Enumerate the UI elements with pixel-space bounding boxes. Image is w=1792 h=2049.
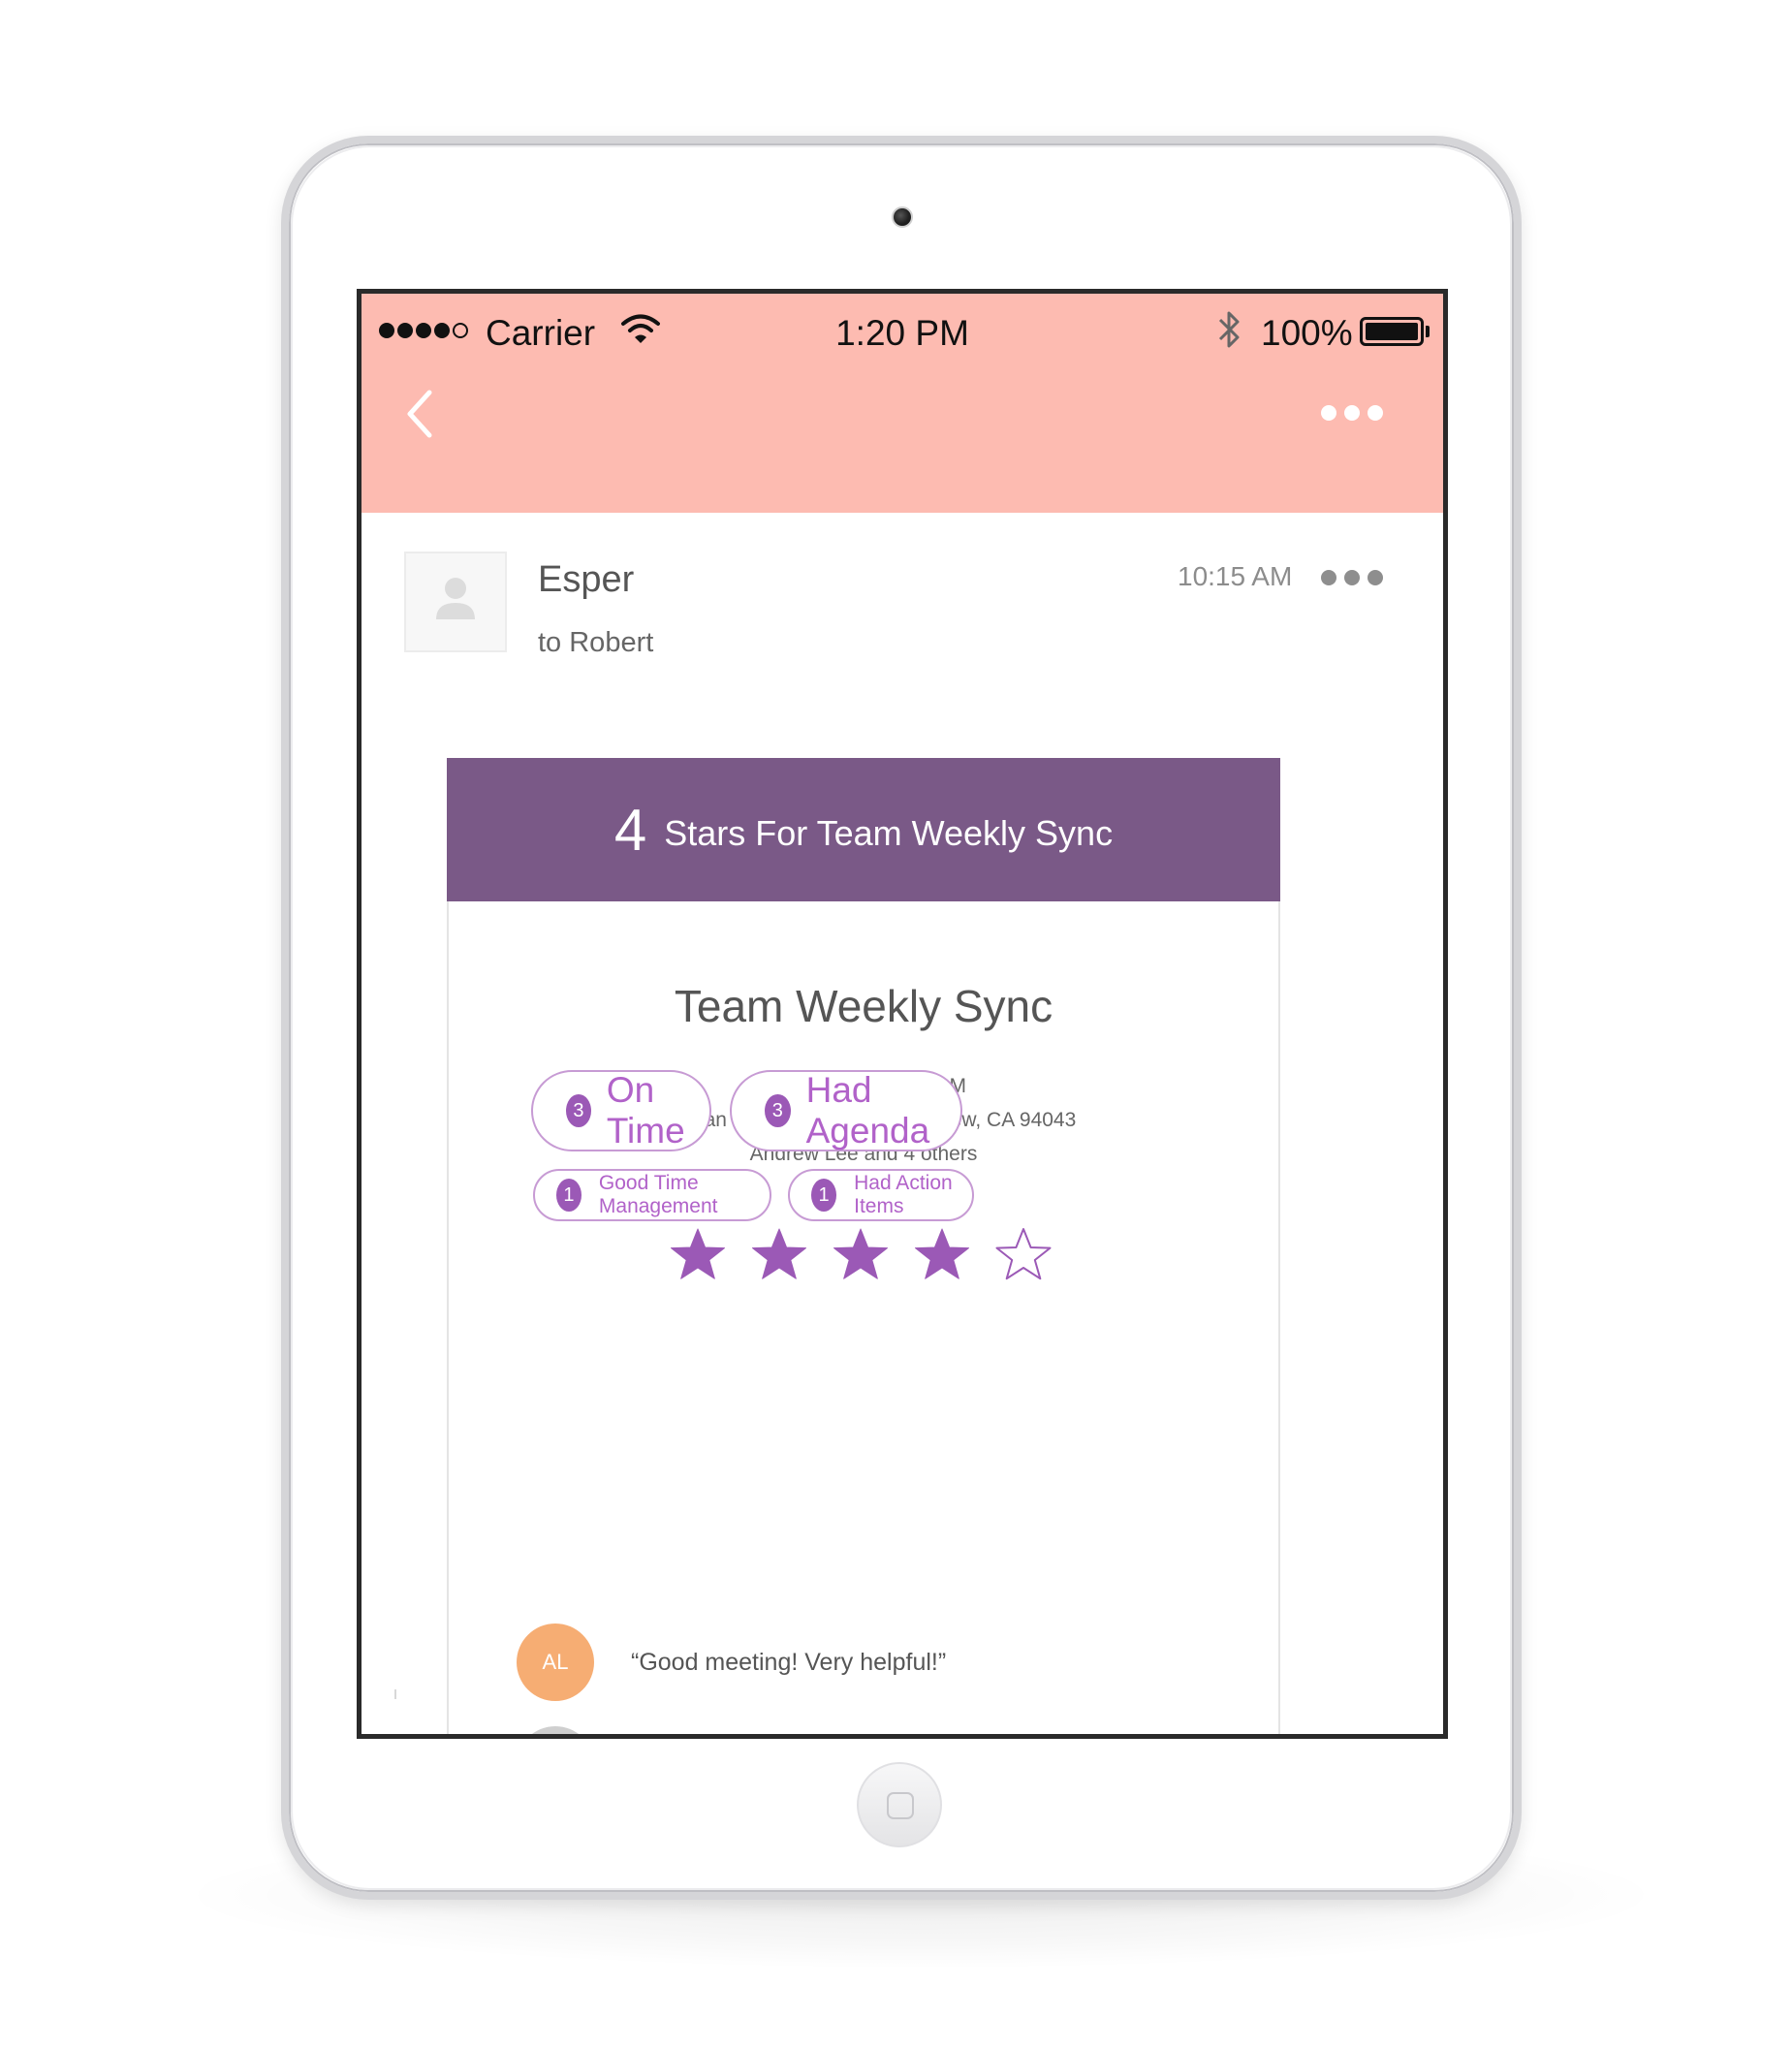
tag-count-badge: 3 <box>765 1094 791 1127</box>
message-more-button[interactable] <box>1321 567 1389 588</box>
tag-label: Had Agenda <box>805 1070 930 1151</box>
tag-on-time[interactable]: 3 On Time <box>531 1070 711 1151</box>
star-filled-icon[interactable] <box>831 1226 891 1284</box>
status-bar: Carrier 1:20 PM 100% <box>362 294 1443 371</box>
tag-count-badge: 1 <box>811 1179 837 1212</box>
sender-avatar <box>404 552 507 652</box>
battery-percentage: 100% <box>1261 313 1353 353</box>
tag-label: On Time <box>606 1070 685 1151</box>
tag-count-badge: 1 <box>556 1179 582 1212</box>
tag-good-time-management[interactable]: 1 Good Time Management <box>533 1169 771 1221</box>
star-empty-icon[interactable] <box>993 1226 1053 1284</box>
tag-label: Had Action Items <box>854 1172 953 1217</box>
app-header: Carrier 1:20 PM 100% <box>362 294 1443 513</box>
recipient-label: to Robert <box>538 627 654 658</box>
home-button-icon <box>887 1792 914 1819</box>
tag-had-agenda[interactable]: 3 Had Agenda <box>730 1070 962 1151</box>
comment-avatar: AL <box>517 1623 594 1701</box>
sender-name: Esper <box>538 559 635 600</box>
camera-icon <box>892 206 913 228</box>
battery-nub <box>1426 326 1430 337</box>
tag-label: Good Time Management <box>598 1172 718 1217</box>
rating-banner: 4 Stars For Team Weekly Sync <box>447 758 1280 901</box>
bluetooth-icon <box>1218 311 1240 348</box>
back-button[interactable] <box>398 385 441 443</box>
header-more-button[interactable] <box>1321 402 1389 424</box>
comment-text: “Good meeting! Very helpful!” <box>631 1649 947 1676</box>
star-filled-icon[interactable] <box>749 1226 809 1284</box>
email-timestamp: 10:15 AM <box>1178 561 1293 591</box>
scroll-indicator <box>394 1689 396 1699</box>
meeting-title: Team Weekly Sync <box>674 981 1053 1031</box>
battery-icon <box>1360 317 1424 346</box>
tag-had-action-items[interactable]: 1 Had Action Items <box>788 1169 974 1221</box>
star-filled-icon[interactable] <box>668 1226 728 1284</box>
person-icon <box>436 578 475 619</box>
star-filled-icon[interactable] <box>912 1226 972 1284</box>
banner-rating-number: 4 <box>613 797 647 863</box>
banner-title: Stars For Team Weekly Sync <box>664 813 1114 853</box>
tablet-screen: Carrier 1:20 PM 100% Esper to Robert 10:… <box>357 289 1448 1739</box>
tag-count-badge: 3 <box>566 1094 591 1127</box>
star-rating <box>668 1226 1075 1284</box>
